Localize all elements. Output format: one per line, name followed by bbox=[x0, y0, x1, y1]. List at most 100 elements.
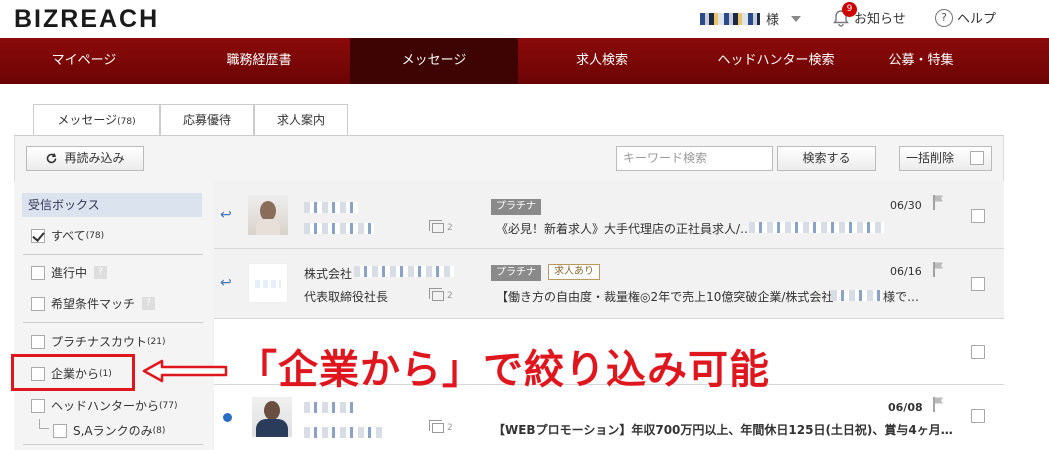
message-subject-end: 様で… bbox=[883, 290, 920, 304]
notice-link[interactable]: 9 お知らせ bbox=[832, 1, 906, 27]
annotation-text: 「企業から」で絞り込み可能 bbox=[237, 347, 770, 393]
thread-count: 2 bbox=[429, 420, 453, 433]
nav-job-search[interactable]: 求人検索 bbox=[518, 38, 686, 84]
filter-headhunter[interactable]: ヘッドハンターから (77) bbox=[31, 397, 178, 414]
filter-platinum-count: (21) bbox=[147, 336, 166, 347]
filter-all[interactable]: すべて (78) bbox=[31, 227, 104, 244]
tab-messages[interactable]: メッセージ(78) bbox=[33, 104, 160, 137]
row-checkbox[interactable] bbox=[971, 345, 985, 359]
sidebar-divider bbox=[23, 322, 203, 323]
message-date: 06/08 bbox=[888, 401, 923, 414]
inbox-label[interactable]: 受信ボックス bbox=[22, 193, 202, 217]
nav-headhunter-search[interactable]: ヘッドハンター検索 bbox=[686, 38, 866, 84]
nav-messages[interactable]: メッセージ bbox=[350, 38, 518, 84]
row-checkbox[interactable] bbox=[971, 277, 985, 291]
company-name: 株式会社 bbox=[304, 267, 353, 281]
message-date: 06/16 bbox=[890, 265, 922, 278]
flag-icon[interactable] bbox=[932, 194, 946, 210]
thread-count-value: 2 bbox=[447, 223, 453, 233]
row-checkbox[interactable] bbox=[971, 409, 985, 423]
tree-connector bbox=[39, 419, 49, 429]
help-label: ヘルプ bbox=[957, 12, 997, 27]
filter-in-progress-label: 進行中 bbox=[51, 266, 88, 280]
message-subject: 【働き方の自由度・裁量権◎2年で売上10億突破企業/株式会社 bbox=[496, 290, 834, 304]
reload-label: 再読み込み bbox=[64, 151, 125, 165]
company-logo bbox=[248, 263, 288, 303]
sender-avatar bbox=[248, 195, 288, 235]
filter-match[interactable]: 希望条件マッチ ? bbox=[31, 295, 156, 312]
bulk-delete-label: 一括削除 bbox=[906, 151, 955, 165]
platinum-badge: プラチナ bbox=[491, 199, 541, 215]
filter-in-progress-checkbox[interactable] bbox=[31, 265, 45, 280]
filter-sa-rank-checkbox[interactable] bbox=[53, 423, 67, 438]
message-subject: 【WEBプロモーション】年収700万円以上、年間休日125日(土日祝)、賞与4ヶ… bbox=[493, 423, 953, 437]
nav-mypage[interactable]: マイページ bbox=[0, 38, 168, 84]
search-button[interactable]: 検索する bbox=[777, 146, 876, 171]
tab-messages-count: (78) bbox=[117, 117, 136, 127]
copy-icon bbox=[429, 420, 444, 433]
filter-match-label: 希望条件マッチ bbox=[51, 297, 136, 311]
message-row[interactable]: ↩ 株式会社 代表取締役社長 2 プラチナ 求人あり 【働き方の自由度・裁量権◎… bbox=[214, 249, 1004, 319]
highlight-box bbox=[11, 354, 135, 391]
filter-all-count: (78) bbox=[85, 230, 105, 241]
arrow-left-icon bbox=[142, 359, 228, 383]
bulk-delete-button[interactable]: 一括削除 bbox=[899, 146, 992, 171]
sender-title-mosaic bbox=[304, 427, 384, 438]
bizreach-logo[interactable]: BIZREACH bbox=[14, 5, 159, 34]
select-all-checkbox[interactable] bbox=[970, 151, 984, 165]
message-row[interactable]: ↩ 2 プラチナ 《必見！新着求人》大手代理店の正社員求人/… 06/30 bbox=[214, 181, 1004, 249]
platinum-badge: プラチナ bbox=[491, 265, 541, 281]
bell-icon: 9 bbox=[832, 1, 857, 27]
subject-mosaic bbox=[749, 222, 884, 233]
row-checkbox[interactable] bbox=[971, 209, 985, 223]
flag-icon[interactable] bbox=[932, 396, 946, 412]
tab-messages-label: メッセージ bbox=[57, 113, 118, 127]
filter-platinum[interactable]: プラチナスカウト (21) bbox=[31, 333, 166, 350]
thread-count-value: 2 bbox=[447, 423, 453, 433]
message-subject: 《必見！新着求人》大手代理店の正社員求人/… bbox=[496, 222, 753, 236]
filter-all-checkbox[interactable] bbox=[31, 228, 45, 243]
sender-title-mosaic bbox=[304, 223, 374, 234]
nav-features[interactable]: 公募・特集 bbox=[866, 38, 976, 84]
filter-headhunter-checkbox[interactable] bbox=[31, 398, 45, 413]
message-date: 06/30 bbox=[890, 199, 922, 212]
filter-sa-rank-label: S,Aランクのみ bbox=[73, 424, 153, 438]
filter-sa-rank-count: (8) bbox=[152, 425, 166, 436]
flag-icon[interactable] bbox=[932, 261, 946, 277]
reply-icon: ↩ bbox=[220, 207, 232, 223]
filter-platinum-checkbox[interactable] bbox=[31, 334, 45, 349]
filter-headhunter-label: ヘッドハンターから bbox=[51, 399, 160, 413]
main-nav: マイページ 職務経歴書 メッセージ 求人検索 ヘッドハンター検索 公募・特集 bbox=[0, 38, 1049, 84]
copy-icon bbox=[429, 288, 444, 301]
filter-platinum-label: プラチナスカウト bbox=[51, 335, 148, 349]
tab-applications[interactable]: 応募優待 bbox=[160, 104, 254, 136]
thread-count-value: 2 bbox=[447, 291, 453, 301]
tab-job-info[interactable]: 求人案内 bbox=[254, 104, 348, 136]
has-job-badge: 求人あり bbox=[548, 264, 600, 280]
sidebar-divider bbox=[23, 444, 203, 445]
unread-dot bbox=[223, 413, 232, 422]
filter-headhunter-count: (77) bbox=[159, 400, 178, 411]
help-icon[interactable]: ? bbox=[94, 266, 108, 279]
help-icon: ? bbox=[935, 8, 953, 27]
nav-resume[interactable]: 職務経歴書 bbox=[168, 38, 350, 84]
company-name-mosaic bbox=[354, 266, 454, 277]
subject-mosaic bbox=[831, 290, 881, 301]
thread-count: 2 bbox=[429, 220, 453, 233]
filter-sa-rank[interactable]: S,Aランクのみ (8) bbox=[53, 422, 165, 439]
keyword-search-input[interactable]: キーワード検索 bbox=[616, 146, 773, 171]
sender-name-mosaic bbox=[304, 402, 354, 413]
sender-avatar bbox=[252, 397, 292, 437]
top-bar: BIZREACH 様 9 お知らせ ? ヘルプ bbox=[0, 0, 1049, 38]
help-icon[interactable]: ? bbox=[142, 297, 156, 310]
user-menu[interactable]: 様 bbox=[700, 9, 802, 28]
filter-match-checkbox[interactable] bbox=[31, 296, 45, 311]
chevron-down-icon bbox=[791, 15, 802, 22]
filter-in-progress[interactable]: 進行中 ? bbox=[31, 264, 108, 281]
copy-icon bbox=[429, 220, 444, 233]
user-suffix: 様 bbox=[766, 13, 780, 28]
notice-count-badge: 9 bbox=[842, 1, 857, 17]
reload-button[interactable]: 再読み込み bbox=[26, 146, 144, 171]
notice-label: お知らせ bbox=[854, 12, 906, 27]
help-link[interactable]: ? ヘルプ bbox=[935, 8, 996, 27]
